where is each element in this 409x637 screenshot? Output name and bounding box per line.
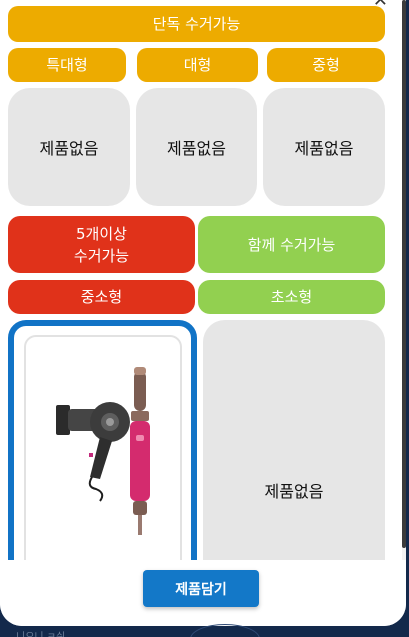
hair-dryer-and-styler-image: [56, 367, 150, 535]
product-image-frame: [24, 335, 182, 574]
background-page-text: 니오니 ㅋ쉬: [16, 628, 65, 637]
slot-extra-large-empty[interactable]: 제품없음: [8, 88, 130, 206]
single-collect-header: 단독 수거가능: [8, 6, 385, 42]
size-tab-medium[interactable]: 중형: [267, 48, 385, 82]
size-tab-small-medium[interactable]: 중소형: [8, 280, 195, 314]
size-tab-large[interactable]: 대형: [137, 48, 258, 82]
size-tab-mini[interactable]: 초소형: [198, 280, 385, 314]
product-select-sheet: ✕ 단독 수거가능 특대형 대형 중형 제품없음 제품없음 제품없음 5개이상 …: [0, 0, 406, 626]
scrollbar-track[interactable]: [402, 0, 406, 560]
multi-collect-header: 5개이상 수거가능: [8, 216, 195, 273]
add-product-button[interactable]: 제품담기: [143, 570, 259, 607]
size-tab-extra-large[interactable]: 특대형: [8, 48, 126, 82]
together-collect-header: 함께 수거가능: [198, 216, 385, 273]
slot-medium-empty[interactable]: 제품없음: [263, 88, 385, 206]
scrollbar-thumb[interactable]: [402, 0, 406, 548]
selected-product-card[interactable]: [8, 320, 197, 580]
slot-large-empty[interactable]: 제품없음: [136, 88, 257, 206]
